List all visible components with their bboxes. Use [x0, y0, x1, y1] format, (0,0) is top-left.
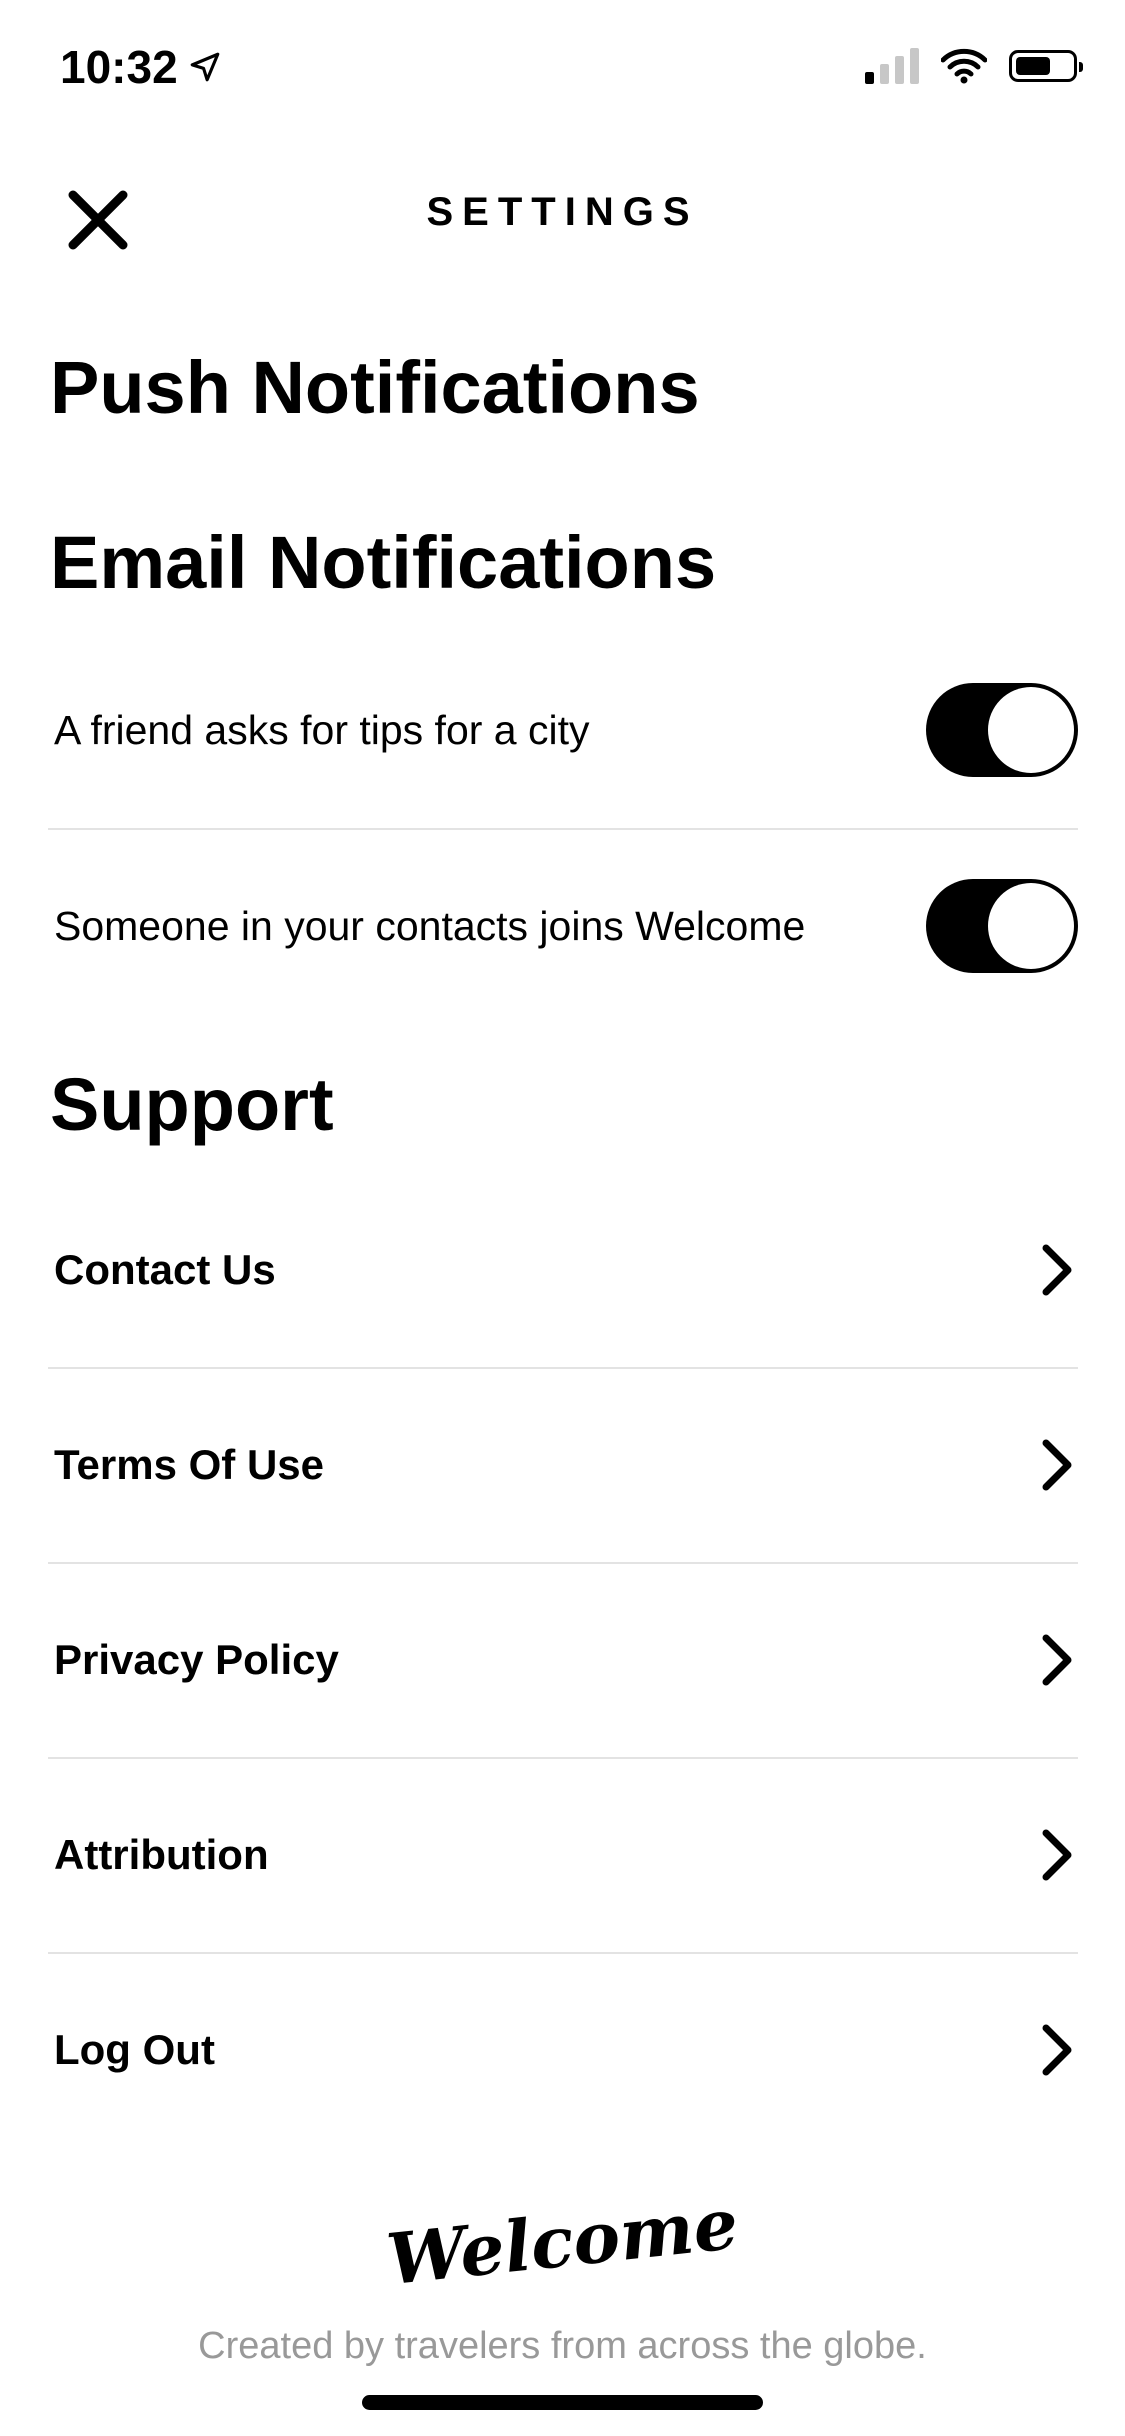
support-item-log-out[interactable]: Log Out — [48, 1952, 1078, 2147]
email-notifications-heading: Email Notifications — [50, 521, 717, 604]
header: SETTINGS — [0, 160, 1125, 270]
welcome-logo: Welcome — [383, 2181, 742, 2302]
location-arrow-icon — [190, 52, 219, 82]
status-icons — [865, 48, 1083, 84]
link-label: Contact Us — [54, 1245, 276, 1293]
chevron-right-icon — [1042, 1829, 1072, 1880]
link-label: Terms Of Use — [54, 1440, 324, 1488]
chevron-right-icon — [1042, 1439, 1072, 1490]
support-item-privacy-policy[interactable]: Privacy Policy — [48, 1562, 1078, 1757]
chevron-right-icon — [1042, 1634, 1072, 1685]
support-item-attribution[interactable]: Attribution — [48, 1757, 1078, 1952]
page-title: SETTINGS — [426, 190, 699, 234]
support-heading: Support — [50, 1063, 334, 1146]
push-notifications-heading: Push Notifications — [50, 346, 700, 429]
toggle-label: A friend asks for tips for a city — [54, 706, 590, 753]
email-toggle-row-friend-tips: A friend asks for tips for a city — [48, 632, 1078, 828]
wifi-icon — [941, 48, 987, 84]
link-label: Log Out — [54, 2025, 215, 2073]
email-toggle-row-contacts-join: Someone in your contacts joins Welcome — [48, 828, 1078, 1024]
support-item-terms-of-use[interactable]: Terms Of Use — [48, 1367, 1078, 1562]
home-indicator[interactable] — [362, 2395, 763, 2410]
cellular-signal-icon — [865, 48, 919, 84]
chevron-right-icon — [1042, 1244, 1072, 1295]
contacts-join-toggle[interactable] — [926, 879, 1078, 973]
friend-tips-toggle[interactable] — [926, 683, 1078, 777]
battery-icon — [1009, 50, 1083, 82]
toggle-label: Someone in your contacts joins Welcome — [54, 902, 806, 949]
link-label: Attribution — [54, 1830, 269, 1878]
chevron-right-icon — [1042, 2024, 1072, 2075]
status-bar: 10:32 — [0, 0, 1125, 140]
footer-tagline: Created by travelers from across the glo… — [198, 2325, 927, 2367]
link-label: Privacy Policy — [54, 1635, 339, 1683]
status-time: 10:32 — [60, 40, 222, 94]
support-item-contact-us[interactable]: Contact Us — [48, 1172, 1078, 1367]
time-label: 10:32 — [60, 41, 178, 93]
